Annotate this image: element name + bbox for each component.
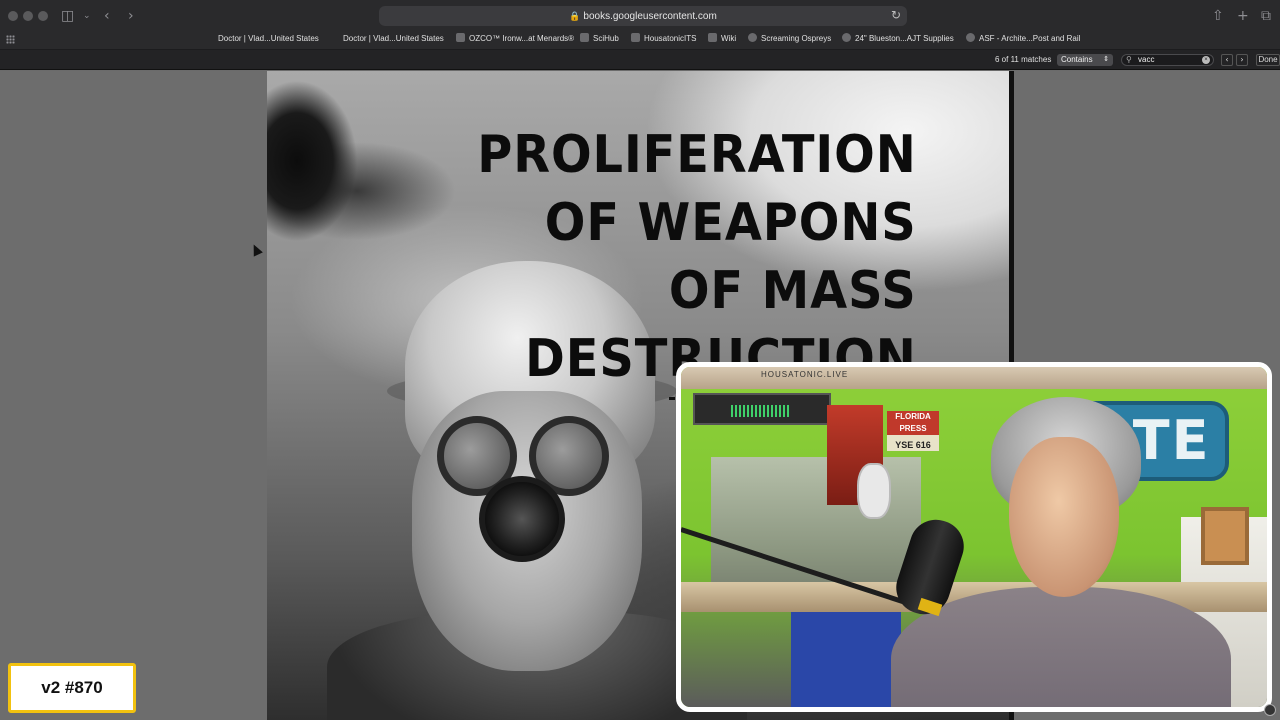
forward-icon[interactable]: › — [128, 7, 134, 25]
bookmark-item[interactable]: Screaming Ospreys — [748, 32, 831, 46]
title-line: OF MASS — [669, 261, 917, 321]
picture-in-picture-icon[interactable] — [1264, 704, 1276, 716]
bookmarks-grid-icon[interactable] — [6, 35, 15, 44]
match-mode-value: Contains — [1061, 55, 1093, 64]
url-text: books.googleusercontent.com — [583, 11, 717, 22]
next-match-button[interactable]: › — [1236, 54, 1248, 66]
plate-top-text: FLORIDA PRESS — [887, 411, 939, 435]
new-tab-icon[interactable]: + — [1237, 7, 1249, 25]
address-bar[interactable]: 🔒 books.googleusercontent.com ↻ — [379, 6, 907, 26]
back-icon[interactable]: ‹ — [104, 7, 110, 25]
photo-frame — [1201, 507, 1249, 565]
chevron-down-icon[interactable]: ⌄ — [83, 7, 91, 25]
bookmark-item[interactable]: ASF - Archite...Post and Rail — [966, 32, 1080, 46]
mask-filter — [479, 476, 565, 562]
shelf-sign: HOUSATONIC.LIVE — [761, 370, 849, 379]
find-bar: 6 of 11 matches Contains ⇕ ⚲ vacc × ‹ › … — [0, 50, 1280, 70]
title-dash — [669, 397, 675, 400]
sidebar-toggle-icon[interactable]: ◫ — [61, 7, 74, 25]
headphone-earcup — [857, 463, 891, 519]
page-title: PROLIFERATION OF WEAPONS OF MASS DESTRUC… — [478, 121, 917, 393]
search-icon: ⚲ — [1126, 55, 1132, 64]
episode-badge: v2 #870 — [8, 663, 136, 713]
globe-icon — [842, 33, 851, 42]
match-mode-select[interactable]: Contains ⇕ — [1057, 54, 1113, 66]
find-query: vacc — [1138, 55, 1155, 64]
minimize-window-button[interactable] — [23, 11, 33, 21]
radio-equalizer — [693, 393, 831, 425]
title-line: PROLIFERATION — [477, 125, 917, 185]
bookmark-item[interactable]: Doctor | Vlad...United States — [343, 32, 444, 46]
globe-icon — [748, 33, 757, 42]
top-shelf: HOUSATONIC.LIVE — [681, 367, 1267, 389]
reload-icon[interactable]: ↻ — [891, 8, 901, 22]
bookmarks-bar: Doctor | Vlad...United States Doctor | V… — [0, 32, 1280, 50]
globe-icon — [966, 33, 975, 42]
bookmark-item[interactable]: Doctor | Vlad...United States — [218, 32, 319, 46]
done-button[interactable]: Done — [1256, 54, 1280, 66]
page-icon — [631, 33, 640, 42]
wiki-w-icon — [708, 33, 717, 42]
chevron-updown-icon: ⇕ — [1103, 56, 1109, 63]
bookmark-item[interactable]: Wiki — [708, 32, 736, 46]
license-plate: FLORIDA PRESS YSE 616 — [887, 411, 939, 451]
letter-m-icon — [456, 33, 465, 42]
webcam-overlay: HOUSATONIC.LIVE FLORIDA PRESS YSE 616 GT… — [676, 362, 1272, 712]
previous-match-button[interactable]: ‹ — [1221, 54, 1233, 66]
close-window-button[interactable] — [8, 11, 18, 21]
tool-chest — [791, 612, 901, 707]
title-line: OF WEAPONS — [545, 193, 917, 253]
bookmark-item[interactable]: HousatonicITS — [631, 32, 696, 46]
share-icon[interactable]: ⇧ — [1212, 7, 1224, 25]
page-icon — [580, 33, 589, 42]
tab-overview-icon[interactable]: ⧉ — [1261, 7, 1271, 25]
equalizer-bars — [731, 405, 791, 417]
clear-icon[interactable]: × — [1202, 56, 1210, 64]
plate-number: YSE 616 — [895, 440, 931, 450]
bookmark-item[interactable]: SciHub — [580, 32, 619, 46]
browser-window: ◫ ⌄ ‹ › 🔒 books.googleusercontent.com ↻ ⇧… — [0, 0, 1280, 720]
bookmark-item[interactable]: OZCO™ Ironw...at Menards® — [456, 32, 574, 46]
zoom-window-button[interactable] — [38, 11, 48, 21]
bookmark-item[interactable]: 24" Blueston...AJT Supplies — [842, 32, 954, 46]
url-display: 🔒 books.googleusercontent.com — [379, 6, 907, 27]
face — [1009, 437, 1119, 597]
match-count: 6 of 11 matches — [995, 55, 1052, 64]
lock-icon: 🔒 — [569, 11, 581, 21]
find-input[interactable]: ⚲ vacc × — [1121, 54, 1214, 66]
presenter — [891, 397, 1231, 707]
browser-toolbar: ◫ ⌄ ‹ › 🔒 books.googleusercontent.com ↻ ⇧… — [0, 0, 1280, 32]
